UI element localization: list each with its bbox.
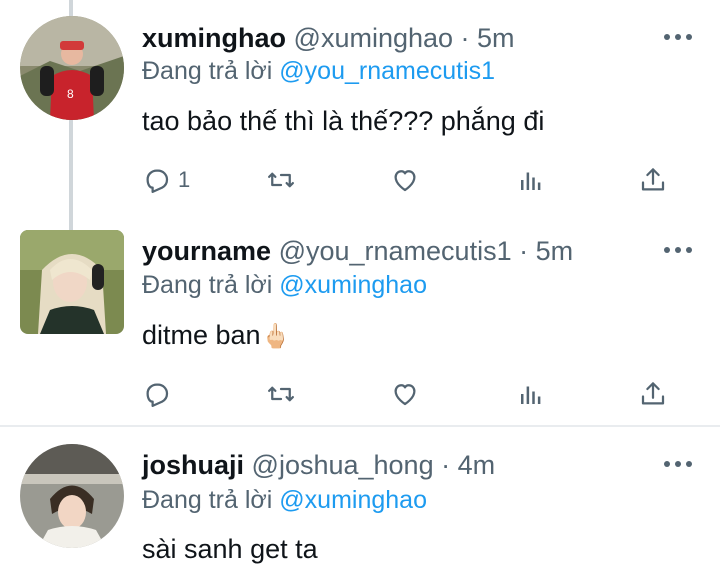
username-handle[interactable]: @you_rnamecutis1 — [279, 236, 512, 266]
retweet-button[interactable] — [266, 374, 296, 414]
display-name[interactable]: xuminghao — [142, 23, 286, 53]
timestamp[interactable]: · 5m — [519, 236, 573, 266]
avatar-xuminghao[interactable]: 8 — [20, 16, 124, 120]
tweet-header: xuminghao @xuminghao · 5m — [142, 18, 515, 58]
replying-to-line: Đang trả lời @xuminghao — [142, 271, 427, 300]
retweet-icon — [268, 386, 294, 402]
replying-to-handle[interactable]: @you_rnamecutis1 — [279, 57, 495, 85]
display-name[interactable]: joshuaji — [142, 450, 244, 480]
tweet-actions — [140, 374, 680, 414]
tweet-header: joshuaji @joshua_hong · 4m — [142, 445, 495, 485]
replying-to-handle[interactable]: @xuminghao — [279, 486, 427, 514]
username-handle[interactable]: @xuminghao — [294, 23, 454, 53]
like-icon — [394, 170, 416, 192]
views-icon — [521, 172, 541, 190]
tweet-text: sài sanh get ta — [142, 534, 318, 564]
reply-icon — [146, 169, 169, 193]
middle-finger-emoji: 🖕🏻 — [260, 323, 291, 350]
reply-button[interactable]: 1 — [142, 160, 190, 200]
views-button[interactable] — [516, 160, 546, 200]
replying-to-label: Đang trả lời — [142, 57, 273, 85]
timestamp[interactable]: · 5m — [461, 23, 515, 53]
replying-to-handle[interactable]: @xuminghao — [279, 271, 427, 299]
share-button[interactable] — [638, 160, 668, 200]
replying-to-label: Đang trả lời — [142, 486, 273, 514]
avatar-joshuaji[interactable] — [20, 444, 124, 548]
tweet-actions: 1 — [140, 160, 680, 200]
tweet-text: tao bảo thế thì là thế??? phắng đi — [142, 106, 545, 136]
like-icon — [394, 384, 416, 406]
avatar-yourname[interactable] — [20, 230, 124, 334]
reply-count: 1 — [178, 167, 191, 192]
views-button[interactable] — [516, 374, 546, 414]
tweet-header: yourname @you_rnamecutis1 · 5m — [142, 231, 573, 271]
share-button[interactable] — [638, 374, 668, 414]
share-icon — [641, 382, 665, 405]
share-icon — [641, 168, 665, 191]
retweet-icon — [268, 172, 294, 188]
tweet-text: ditme ban🖕🏻 — [142, 320, 290, 351]
reply-button[interactable] — [142, 374, 178, 414]
more-options-icon[interactable] — [664, 240, 692, 260]
views-icon — [521, 386, 541, 404]
replying-to-line: Đang trả lời @xuminghao — [142, 486, 427, 515]
timestamp[interactable]: · 4m — [441, 450, 495, 480]
svg-text:8: 8 — [67, 87, 74, 101]
more-options-icon[interactable] — [664, 27, 692, 47]
replying-to-label: Đang trả lời — [142, 271, 273, 299]
username-handle[interactable]: @joshua_hong — [252, 450, 434, 480]
replying-to-line: Đang trả lời @you_rnamecutis1 — [142, 57, 495, 86]
like-button[interactable] — [390, 160, 420, 200]
like-button[interactable] — [390, 374, 420, 414]
more-options-icon[interactable] — [664, 454, 692, 474]
tweet-divider — [0, 425, 720, 427]
display-name[interactable]: yourname — [142, 236, 271, 266]
reply-icon — [146, 383, 169, 407]
retweet-button[interactable] — [266, 160, 296, 200]
tweet-text-content: ditme ban — [142, 320, 261, 350]
